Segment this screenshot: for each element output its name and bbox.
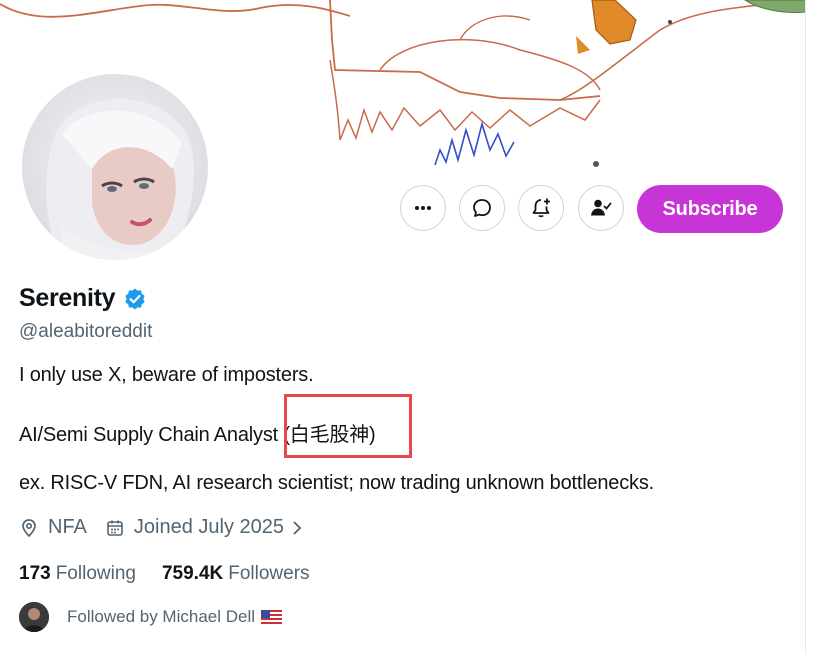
person-check-icon (591, 199, 612, 216)
annotation-highlight-box (284, 394, 412, 458)
followed-by-row[interactable]: Followed by Michael Dell (19, 602, 283, 632)
us-flag-icon (261, 610, 283, 624)
column-divider (805, 0, 806, 654)
chevron-right-icon (293, 520, 302, 535)
subscribe-button[interactable]: Subscribe (637, 185, 783, 233)
profile-name-row: Serenity (19, 284, 147, 313)
bio-line-3: ex. RISC-V FDN, AI research scientist; n… (19, 472, 654, 494)
follower-portrait (19, 602, 49, 632)
location-text: NFA (48, 516, 87, 538)
message-button[interactable] (459, 185, 505, 231)
followers-link[interactable]: 759.4K Followers (162, 563, 310, 585)
verified-badge-icon[interactable] (123, 287, 147, 311)
following-link[interactable]: 173 Following (19, 563, 136, 585)
follow-counts: 173 Following 759.4K Followers (19, 563, 336, 585)
calendar-icon (107, 520, 123, 536)
profile-meta: NFA Joined July 2025 (19, 516, 331, 539)
follower-avatar (19, 602, 49, 632)
following-count: 173 (19, 563, 51, 584)
notifications-button[interactable] (518, 185, 564, 231)
more-button[interactable] (400, 185, 446, 231)
profile-avatar[interactable] (22, 74, 208, 260)
message-bubble-icon (473, 199, 491, 217)
bell-plus-icon (532, 198, 550, 218)
following-label: Following (55, 563, 136, 584)
bio-line-1: I only use X, beware of imposters. (19, 364, 314, 386)
joined-text: Joined July 2025 (133, 516, 285, 538)
avatar-portrait (22, 74, 208, 260)
more-horizontal-icon (415, 206, 431, 210)
followers-label: Followers (228, 563, 310, 584)
followed-by-text: Followed by Michael Dell (67, 607, 256, 626)
following-button[interactable] (578, 185, 624, 231)
location-pin-icon (22, 518, 36, 537)
profile-name: Serenity (19, 284, 116, 312)
joined-item[interactable]: Joined July 2025 (105, 516, 313, 539)
location-item: NFA (19, 516, 87, 539)
followers-count: 759.4K (161, 563, 224, 584)
profile-handle: @aleabitoreddit (19, 321, 153, 342)
